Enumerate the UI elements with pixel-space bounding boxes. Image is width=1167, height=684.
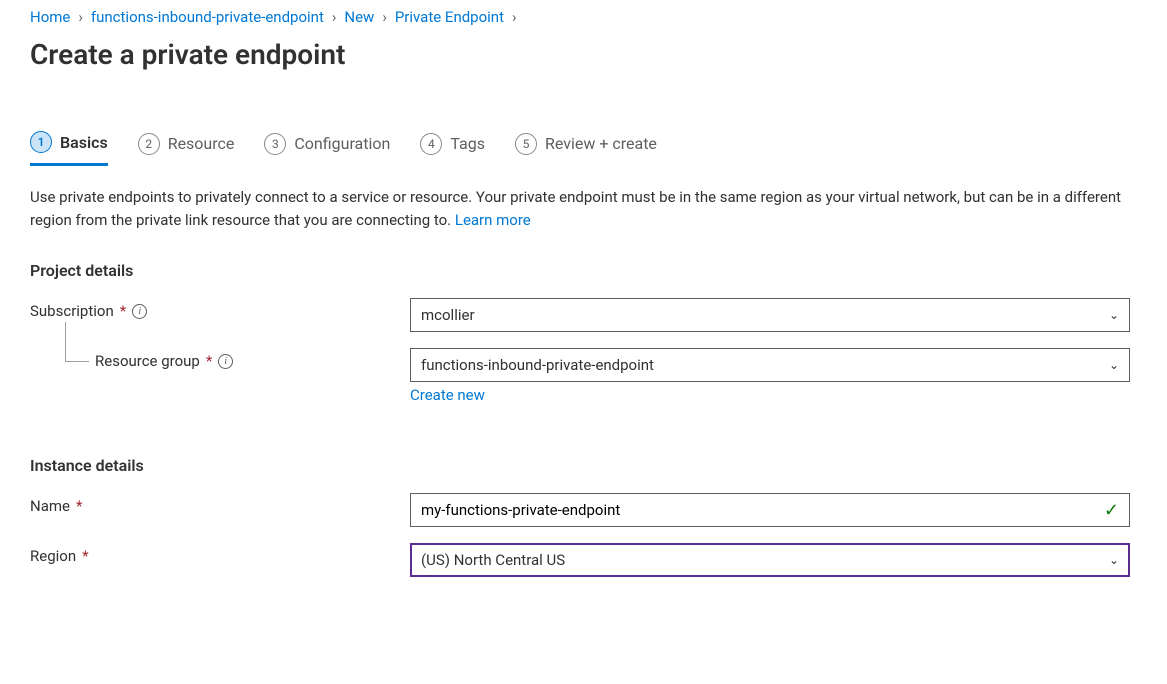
tab-label: Basics <box>60 133 108 152</box>
breadcrumb-home[interactable]: Home <box>30 8 70 26</box>
tab-label: Configuration <box>294 134 390 153</box>
resource-group-select[interactable]: functions-inbound-private-endpoint ⌄ <box>410 348 1130 382</box>
page-title: Create a private endpoint <box>30 38 1137 71</box>
chevron-down-icon: ⌄ <box>1109 553 1119 567</box>
required-indicator: * <box>206 352 212 370</box>
tab-num: 4 <box>420 133 442 155</box>
select-value: mcollier <box>421 306 475 324</box>
chevron-down-icon: ⌄ <box>1109 308 1119 322</box>
label-text: Subscription <box>30 302 114 320</box>
info-icon[interactable]: i <box>218 354 233 369</box>
breadcrumb-resource-group[interactable]: functions-inbound-private-endpoint <box>91 8 324 26</box>
checkmark-icon: ✓ <box>1104 500 1119 521</box>
tab-num: 1 <box>30 131 52 153</box>
breadcrumb: Home › functions-inbound-private-endpoin… <box>30 8 1137 26</box>
name-input[interactable]: ✓ <box>410 493 1130 527</box>
required-indicator: * <box>120 302 126 320</box>
tab-configuration[interactable]: 3 Configuration <box>264 131 390 166</box>
tab-label: Resource <box>168 134 235 153</box>
chevron-right-icon: › <box>382 8 387 26</box>
subscription-label: Subscription * i <box>30 298 410 320</box>
resource-group-label: Resource group * i <box>30 348 410 370</box>
chevron-right-icon: › <box>332 8 337 26</box>
tab-resource[interactable]: 2 Resource <box>138 131 235 166</box>
info-icon[interactable]: i <box>132 304 147 319</box>
select-value: (US) North Central US <box>421 551 565 569</box>
tab-num: 5 <box>515 133 537 155</box>
learn-more-link[interactable]: Learn more <box>455 211 531 229</box>
project-details-heading: Project details <box>30 261 1137 280</box>
required-indicator: * <box>82 547 88 565</box>
select-value: functions-inbound-private-endpoint <box>421 356 654 374</box>
intro-text: Use private endpoints to privately conne… <box>30 186 1137 231</box>
tab-label: Review + create <box>545 134 657 153</box>
breadcrumb-new[interactable]: New <box>344 8 374 26</box>
chevron-down-icon: ⌄ <box>1109 358 1119 372</box>
label-text: Region <box>30 547 76 565</box>
breadcrumb-private-endpoint[interactable]: Private Endpoint <box>395 8 504 26</box>
tab-tags[interactable]: 4 Tags <box>420 131 485 166</box>
name-label: Name * <box>30 493 410 515</box>
region-label: Region * <box>30 543 410 565</box>
tab-basics[interactable]: 1 Basics <box>30 131 108 166</box>
tab-review-create[interactable]: 5 Review + create <box>515 131 657 166</box>
name-input-field[interactable] <box>421 501 1104 519</box>
tab-label: Tags <box>450 134 485 153</box>
intro-body: Use private endpoints to privately conne… <box>30 188 1121 229</box>
wizard-tabs: 1 Basics 2 Resource 3 Configuration 4 Ta… <box>30 131 1137 166</box>
chevron-right-icon: › <box>78 8 83 26</box>
label-text: Name <box>30 497 70 515</box>
subscription-select[interactable]: mcollier ⌄ <box>410 298 1130 332</box>
tab-num: 3 <box>264 133 286 155</box>
label-text: Resource group <box>95 352 200 370</box>
region-select[interactable]: (US) North Central US ⌄ <box>410 543 1130 577</box>
chevron-right-icon: › <box>512 8 517 26</box>
create-new-link[interactable]: Create new <box>410 386 485 404</box>
instance-details-heading: Instance details <box>30 456 1137 475</box>
tree-connector-icon <box>65 322 89 362</box>
tab-num: 2 <box>138 133 160 155</box>
required-indicator: * <box>76 497 82 515</box>
